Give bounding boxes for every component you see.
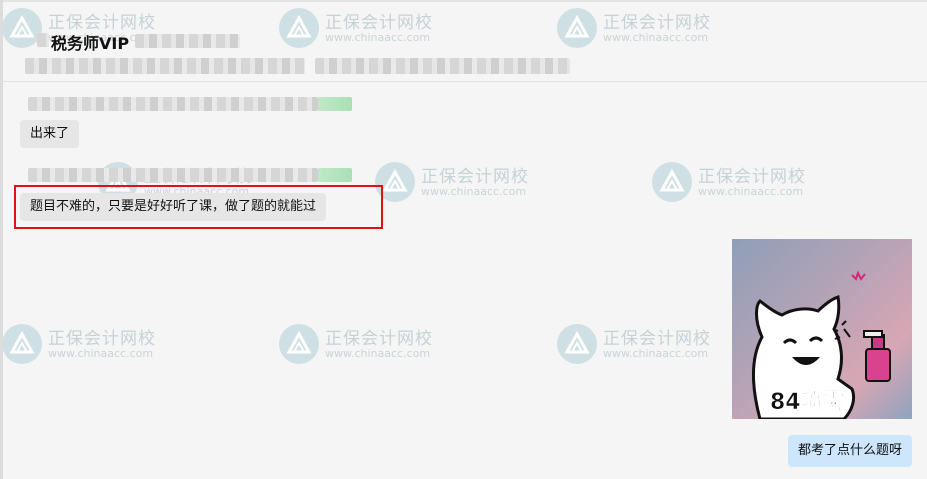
watermark: 正保会计网校www.chinaacc.com bbox=[0, 322, 155, 370]
sticker-caption: 84喷雾 bbox=[770, 390, 846, 415]
watermark-name: 正保会计网校 bbox=[421, 167, 529, 187]
message-bubble[interactable]: 出来了 bbox=[20, 120, 80, 148]
watermark: 正保会计网校www.chinaacc.com bbox=[650, 160, 805, 208]
cat-sticker-image[interactable]: 84喷雾 bbox=[732, 239, 912, 419]
watermark-url: www.chinaacc.com bbox=[421, 185, 527, 198]
watermark-name: 正保会计网校 bbox=[325, 329, 433, 349]
watermark: 正保会计网校www.chinaacc.com bbox=[555, 322, 710, 370]
watermark-url: www.chinaacc.com bbox=[698, 185, 804, 198]
watermark-url: www.chinaacc.com bbox=[325, 347, 431, 360]
self-message-bubble[interactable]: 都考了点什么题呀 bbox=[787, 435, 912, 467]
watermark-logo-icon bbox=[652, 162, 692, 202]
blurred-title-prefix bbox=[37, 33, 49, 47]
blurred-sender-name bbox=[28, 97, 318, 111]
blurred-subtitle-2 bbox=[315, 58, 570, 74]
watermark-logo-icon bbox=[279, 324, 319, 364]
group-title: 税务师VIP bbox=[51, 34, 130, 53]
blurred-sender-tag bbox=[318, 168, 352, 182]
watermark: 正保会计网校www.chinaacc.com bbox=[277, 322, 432, 370]
watermark-logo-icon bbox=[2, 324, 42, 364]
blurred-title-suffix bbox=[135, 34, 240, 48]
blurred-sender-tag bbox=[318, 97, 352, 111]
chat-header: 税务师VIP bbox=[3, 2, 927, 82]
watermark-logo-icon bbox=[557, 324, 597, 364]
watermark-url: www.chinaacc.com bbox=[48, 347, 154, 360]
watermark-name: 正保会计网校 bbox=[698, 167, 806, 187]
watermark-name: 正保会计网校 bbox=[48, 329, 156, 349]
watermark-url: www.chinaacc.com bbox=[603, 347, 709, 360]
watermark-name: 正保会计网校 bbox=[603, 329, 711, 349]
blurred-sender-name bbox=[28, 168, 318, 182]
highlight-annotation-box bbox=[14, 185, 383, 229]
blurred-subtitle bbox=[25, 58, 305, 74]
sticker-graphic: 84喷雾 bbox=[732, 239, 912, 419]
